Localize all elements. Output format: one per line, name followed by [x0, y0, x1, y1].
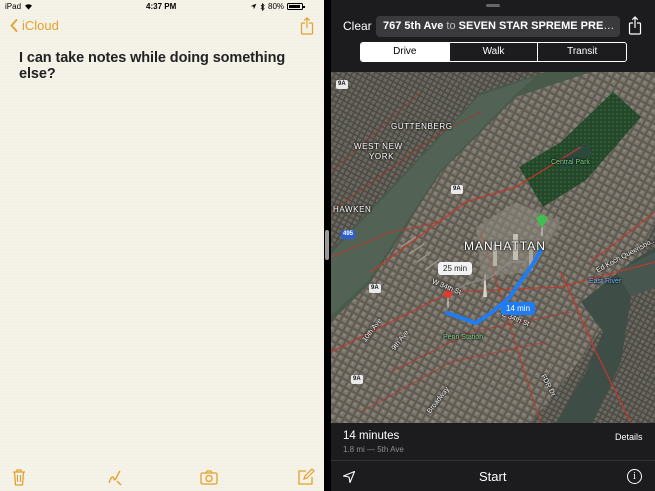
divider	[331, 460, 655, 461]
note-body[interactable]: I can take notes while doing something e…	[19, 50, 324, 82]
tab-drive[interactable]: Drive	[361, 43, 450, 61]
notes-pane: iCloud I can take notes while doing some…	[0, 0, 324, 491]
trash-icon[interactable]	[9, 467, 29, 487]
route-shield-9a: 9A	[451, 185, 463, 194]
map-label-east-river: East River	[589, 278, 622, 285]
map-label-penn-station: Penn Station	[443, 334, 484, 341]
notes-toolbar	[0, 461, 324, 491]
map-label-central-park: Central Park	[551, 159, 590, 166]
details-button[interactable]: Details	[615, 432, 643, 442]
route-distance: 1.8 mi — 5th Ave	[343, 445, 404, 454]
route-shield-9a: 9A	[336, 80, 348, 89]
current-location-icon[interactable]	[342, 470, 356, 484]
maps-pane: Clear 767 5th Ave to SEVEN STAR SPREME P…	[331, 0, 655, 491]
map-label-west-new-york-line1: WEST NEW	[354, 142, 403, 151]
info-icon[interactable]: i	[627, 469, 642, 484]
back-label: iCloud	[22, 18, 59, 33]
route-destination: SEVEN STAR SPREME PREMIUM P...	[458, 20, 620, 32]
map-label-west-new-york-line2: YORK	[369, 152, 395, 161]
tab-transit[interactable]: Transit	[538, 43, 626, 61]
start-button[interactable]: Start	[479, 469, 506, 484]
map-label-weehawken: HAWKEN	[333, 205, 372, 214]
route-shield-9a: 9A	[351, 375, 363, 384]
route-shield-9a: 9A	[369, 284, 381, 293]
compose-icon[interactable]	[296, 467, 316, 487]
route-origin: 767 5th Ave	[383, 20, 444, 32]
route-card: 14 minutes 1.8 mi — 5th Ave Details Star…	[331, 423, 655, 491]
satellite-map[interactable]: GUTTENBERG WEST NEW YORK HAWKEN MANHATTA…	[331, 72, 655, 423]
maps-top-bar: Clear 767 5th Ave to SEVEN STAR SPREME P…	[331, 0, 655, 72]
route-field[interactable]: 767 5th Ave to SEVEN STAR SPREME PREMIUM…	[376, 16, 620, 37]
chevron-left-icon	[10, 19, 18, 32]
clear-button[interactable]: Clear	[343, 19, 372, 33]
split-view-handle[interactable]	[325, 230, 329, 260]
camera-icon[interactable]	[199, 467, 219, 487]
grabber-handle[interactable]	[486, 4, 500, 7]
sketch-icon[interactable]	[105, 467, 125, 487]
route-summary: 14 minutes 1.8 mi — 5th Ave	[343, 430, 404, 454]
route-duration: 14 minutes	[343, 430, 400, 442]
transport-mode-control: Drive Walk Transit	[360, 42, 627, 62]
icloud-back-button[interactable]: iCloud	[10, 18, 59, 33]
share-icon[interactable]	[628, 16, 642, 35]
route-callout-primary[interactable]: 14 min	[501, 302, 536, 315]
route-connector: to	[446, 20, 456, 32]
map-label-guttenberg: GUTTENBERG	[391, 122, 453, 131]
route-callout-alternate[interactable]: 25 min	[438, 262, 473, 275]
route-shield-495: 495	[341, 230, 356, 239]
map-label-manhattan: MANHATTAN	[464, 239, 546, 253]
share-icon[interactable]	[300, 17, 314, 35]
tab-walk[interactable]: Walk	[450, 43, 539, 61]
